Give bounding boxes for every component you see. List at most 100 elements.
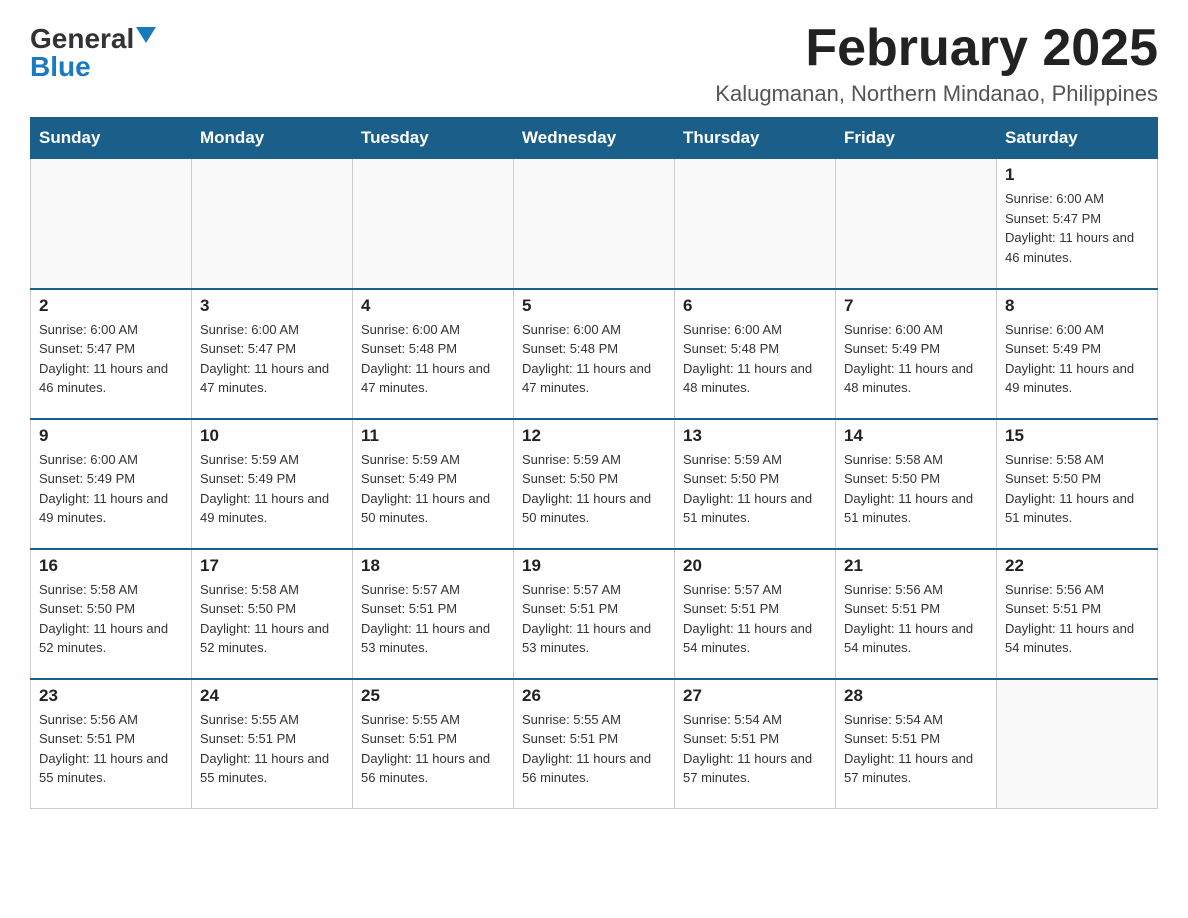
calendar-cell: 23 Sunrise: 5:56 AMSunset: 5:51 PMDayligh… <box>31 679 192 809</box>
calendar-cell: 24Sunrise: 5:55 AMSunset: 5:51 PMDayligh… <box>192 679 353 809</box>
day-number: 27 <box>683 686 827 706</box>
day-number: 10 <box>200 426 344 446</box>
day-info: Sunrise: 5:54 AMSunset: 5:51 PMDaylight:… <box>844 710 988 788</box>
day-info: Sunrise: 6:00 AMSunset: 5:49 PMDaylight:… <box>39 450 183 528</box>
day-number: 5 <box>522 296 666 316</box>
calendar-cell: 7 Sunrise: 6:00 AMSunset: 5:49 PMDaylight… <box>836 289 997 419</box>
day-info: Sunrise: 5:57 AMSunset: 5:51 PMDaylight:… <box>522 580 666 658</box>
week-row-5: 23 Sunrise: 5:56 AMSunset: 5:51 PMDayligh… <box>31 679 1158 809</box>
calendar-cell: 25Sunrise: 5:55 AMSunset: 5:51 PMDayligh… <box>353 679 514 809</box>
day-info: Sunrise: 5:58 AMSunset: 5:50 PMDaylight:… <box>200 580 344 658</box>
calendar-subtitle: Kalugmanan, Northern Mindanao, Philippin… <box>715 81 1158 107</box>
calendar-cell <box>31 159 192 289</box>
day-number: 18 <box>361 556 505 576</box>
day-info: Sunrise: 5:56 AMSunset: 5:51 PMDaylight:… <box>39 710 183 788</box>
day-number: 4 <box>361 296 505 316</box>
day-number: 1 <box>1005 165 1149 185</box>
day-info: Sunrise: 5:55 AMSunset: 5:51 PMDaylight:… <box>522 710 666 788</box>
calendar-cell <box>997 679 1158 809</box>
logo-general-text: General <box>30 25 134 53</box>
calendar-cell: 8 Sunrise: 6:00 AMSunset: 5:49 PMDaylight… <box>997 289 1158 419</box>
week-row-4: 16 Sunrise: 5:58 AMSunset: 5:50 PMDayligh… <box>31 549 1158 679</box>
calendar-table: SundayMondayTuesdayWednesdayThursdayFrid… <box>30 117 1158 809</box>
day-info: Sunrise: 5:55 AMSunset: 5:51 PMDaylight:… <box>361 710 505 788</box>
week-row-3: 9Sunrise: 6:00 AMSunset: 5:49 PMDaylight… <box>31 419 1158 549</box>
logo-blue-text: Blue <box>30 53 91 81</box>
day-number: 8 <box>1005 296 1149 316</box>
day-info: Sunrise: 6:00 AMSunset: 5:48 PMDaylight:… <box>683 320 827 398</box>
week-row-2: 2 Sunrise: 6:00 AMSunset: 5:47 PMDaylight… <box>31 289 1158 419</box>
calendar-cell: 20Sunrise: 5:57 AMSunset: 5:51 PMDayligh… <box>675 549 836 679</box>
day-number: 16 <box>39 556 183 576</box>
calendar-title: February 2025 <box>715 20 1158 77</box>
calendar-cell: 22 Sunrise: 5:56 AMSunset: 5:51 PMDayligh… <box>997 549 1158 679</box>
header-day-tuesday: Tuesday <box>353 118 514 159</box>
header-day-wednesday: Wednesday <box>514 118 675 159</box>
calendar-cell: 13 Sunrise: 5:59 AMSunset: 5:50 PMDayligh… <box>675 419 836 549</box>
header-row: SundayMondayTuesdayWednesdayThursdayFrid… <box>31 118 1158 159</box>
calendar-cell: 26 Sunrise: 5:55 AMSunset: 5:51 PMDayligh… <box>514 679 675 809</box>
day-number: 14 <box>844 426 988 446</box>
day-info: Sunrise: 5:59 AMSunset: 5:49 PMDaylight:… <box>200 450 344 528</box>
day-number: 11 <box>361 426 505 446</box>
day-info: Sunrise: 5:56 AMSunset: 5:51 PMDaylight:… <box>1005 580 1149 658</box>
day-number: 28 <box>844 686 988 706</box>
calendar-cell: 3Sunrise: 6:00 AMSunset: 5:47 PMDaylight… <box>192 289 353 419</box>
day-number: 19 <box>522 556 666 576</box>
day-info: Sunrise: 6:00 AMSunset: 5:48 PMDaylight:… <box>522 320 666 398</box>
calendar-cell: 16Sunrise: 5:58 AMSunset: 5:50 PMDayligh… <box>31 549 192 679</box>
calendar-cell: 9Sunrise: 6:00 AMSunset: 5:49 PMDaylight… <box>31 419 192 549</box>
day-info: Sunrise: 5:59 AMSunset: 5:49 PMDaylight:… <box>361 450 505 528</box>
day-number: 12 <box>522 426 666 446</box>
logo: General Blue <box>30 20 156 81</box>
day-info: Sunrise: 5:57 AMSunset: 5:51 PMDaylight:… <box>361 580 505 658</box>
logo-triangle-icon <box>136 27 156 43</box>
day-number: 26 <box>522 686 666 706</box>
day-info: Sunrise: 5:59 AMSunset: 5:50 PMDaylight:… <box>683 450 827 528</box>
day-number: 13 <box>683 426 827 446</box>
header-day-sunday: Sunday <box>31 118 192 159</box>
day-number: 2 <box>39 296 183 316</box>
week-row-1: 1Sunrise: 6:00 AMSunset: 5:47 PMDaylight… <box>31 159 1158 289</box>
day-info: Sunrise: 5:56 AMSunset: 5:51 PMDaylight:… <box>844 580 988 658</box>
day-number: 22 <box>1005 556 1149 576</box>
day-number: 15 <box>1005 426 1149 446</box>
calendar-cell <box>353 159 514 289</box>
day-info: Sunrise: 6:00 AMSunset: 5:47 PMDaylight:… <box>39 320 183 398</box>
day-number: 17 <box>200 556 344 576</box>
calendar-cell: 21 Sunrise: 5:56 AMSunset: 5:51 PMDayligh… <box>836 549 997 679</box>
calendar-cell: 14 Sunrise: 5:58 AMSunset: 5:50 PMDayligh… <box>836 419 997 549</box>
header-day-thursday: Thursday <box>675 118 836 159</box>
day-number: 23 <box>39 686 183 706</box>
header-day-saturday: Saturday <box>997 118 1158 159</box>
calendar-cell <box>675 159 836 289</box>
calendar-cell <box>514 159 675 289</box>
header: General Blue February 2025 Kalugmanan, N… <box>30 20 1158 107</box>
day-number: 3 <box>200 296 344 316</box>
calendar-cell: 27Sunrise: 5:54 AMSunset: 5:51 PMDayligh… <box>675 679 836 809</box>
header-day-monday: Monday <box>192 118 353 159</box>
calendar-cell: 12Sunrise: 5:59 AMSunset: 5:50 PMDayligh… <box>514 419 675 549</box>
day-number: 21 <box>844 556 988 576</box>
title-area: February 2025 Kalugmanan, Northern Minda… <box>715 20 1158 107</box>
day-number: 7 <box>844 296 988 316</box>
calendar-cell: 11 Sunrise: 5:59 AMSunset: 5:49 PMDayligh… <box>353 419 514 549</box>
calendar-cell: 6 Sunrise: 6:00 AMSunset: 5:48 PMDaylight… <box>675 289 836 419</box>
calendar-cell: 5 Sunrise: 6:00 AMSunset: 5:48 PMDaylight… <box>514 289 675 419</box>
calendar-cell: 4Sunrise: 6:00 AMSunset: 5:48 PMDaylight… <box>353 289 514 419</box>
day-info: Sunrise: 6:00 AMSunset: 5:49 PMDaylight:… <box>844 320 988 398</box>
day-info: Sunrise: 5:58 AMSunset: 5:50 PMDaylight:… <box>844 450 988 528</box>
day-number: 24 <box>200 686 344 706</box>
calendar-cell: 18 Sunrise: 5:57 AMSunset: 5:51 PMDayligh… <box>353 549 514 679</box>
calendar-cell <box>836 159 997 289</box>
calendar-cell: 19 Sunrise: 5:57 AMSunset: 5:51 PMDayligh… <box>514 549 675 679</box>
calendar-cell: 28 Sunrise: 5:54 AMSunset: 5:51 PMDayligh… <box>836 679 997 809</box>
calendar-cell: 15Sunrise: 5:58 AMSunset: 5:50 PMDayligh… <box>997 419 1158 549</box>
day-number: 6 <box>683 296 827 316</box>
calendar-cell <box>192 159 353 289</box>
calendar-cell: 10 Sunrise: 5:59 AMSunset: 5:49 PMDayligh… <box>192 419 353 549</box>
header-day-friday: Friday <box>836 118 997 159</box>
calendar-cell: 1Sunrise: 6:00 AMSunset: 5:47 PMDaylight… <box>997 159 1158 289</box>
calendar-cell: 2 Sunrise: 6:00 AMSunset: 5:47 PMDaylight… <box>31 289 192 419</box>
day-info: Sunrise: 6:00 AMSunset: 5:49 PMDaylight:… <box>1005 320 1149 398</box>
